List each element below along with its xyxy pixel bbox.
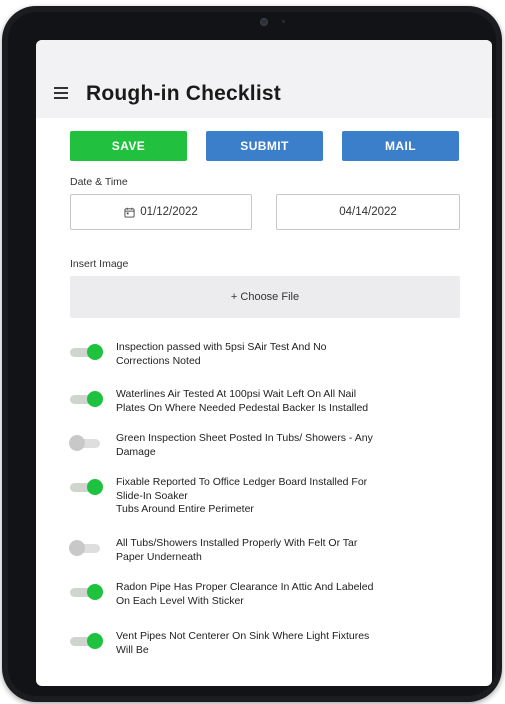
camera-icon	[260, 18, 268, 26]
checklist-item-text: Waterlines Air Tested At 100psi Wait Lef…	[116, 388, 369, 414]
checklist-item-text: Radon Pipe Has Proper Clearance In Attic…	[116, 581, 374, 607]
toggle-switch[interactable]	[69, 539, 104, 557]
sensor-dot	[282, 20, 285, 23]
insert-image-label: Insert Image	[70, 258, 129, 270]
toggle-knob	[87, 479, 103, 495]
mail-button[interactable]: MAIL	[342, 131, 459, 161]
toggle-switch[interactable]	[70, 583, 104, 601]
start-date-value: 01/12/2022	[140, 206, 198, 218]
calendar-icon	[124, 207, 135, 218]
checklist-item-text: Inspection passed with 5psi SAir Test An…	[116, 341, 327, 367]
toggle-knob	[87, 633, 103, 649]
toggle-switch[interactable]	[70, 478, 104, 496]
toggle-switch[interactable]	[70, 632, 104, 650]
start-date-field[interactable]: 01/12/2022	[70, 194, 252, 230]
submit-button[interactable]: SUBMIT	[206, 131, 323, 161]
checklist-item-text: Fixable Reported To Office Ledger Board …	[116, 476, 368, 515]
app-screen: Rough-in Checklist SAVE SUBMIT MAIL Date…	[36, 40, 492, 686]
toggle-switch[interactable]	[70, 390, 104, 408]
end-date-value: 04/14/2022	[339, 206, 397, 218]
toggle-switch[interactable]	[70, 343, 104, 361]
toggle-knob	[69, 540, 85, 556]
toggle-knob	[87, 391, 103, 407]
hamburger-menu-icon[interactable]	[54, 87, 68, 99]
checklist-item-text: Vent Pipes Not Centerer On Sink Where Li…	[116, 630, 370, 656]
save-button[interactable]: SAVE	[70, 131, 187, 161]
page-title: Rough-in Checklist	[86, 82, 281, 105]
checklist-item-text: Green Inspection Sheet Posted In Tubs/ S…	[116, 432, 373, 458]
end-date-field[interactable]: 04/14/2022	[276, 194, 460, 230]
checklist-item-text: All Tubs/Showers Installed Properly With…	[116, 537, 358, 563]
toggle-switch[interactable]	[69, 434, 104, 452]
tablet-frame: Rough-in Checklist SAVE SUBMIT MAIL Date…	[2, 6, 502, 702]
date-time-label: Date & Time	[70, 176, 128, 188]
toggle-knob	[87, 584, 103, 600]
toggle-knob	[87, 344, 103, 360]
app-header: Rough-in Checklist	[36, 40, 492, 118]
choose-file-button[interactable]: + Choose File	[70, 276, 460, 318]
toggle-knob	[69, 435, 85, 451]
